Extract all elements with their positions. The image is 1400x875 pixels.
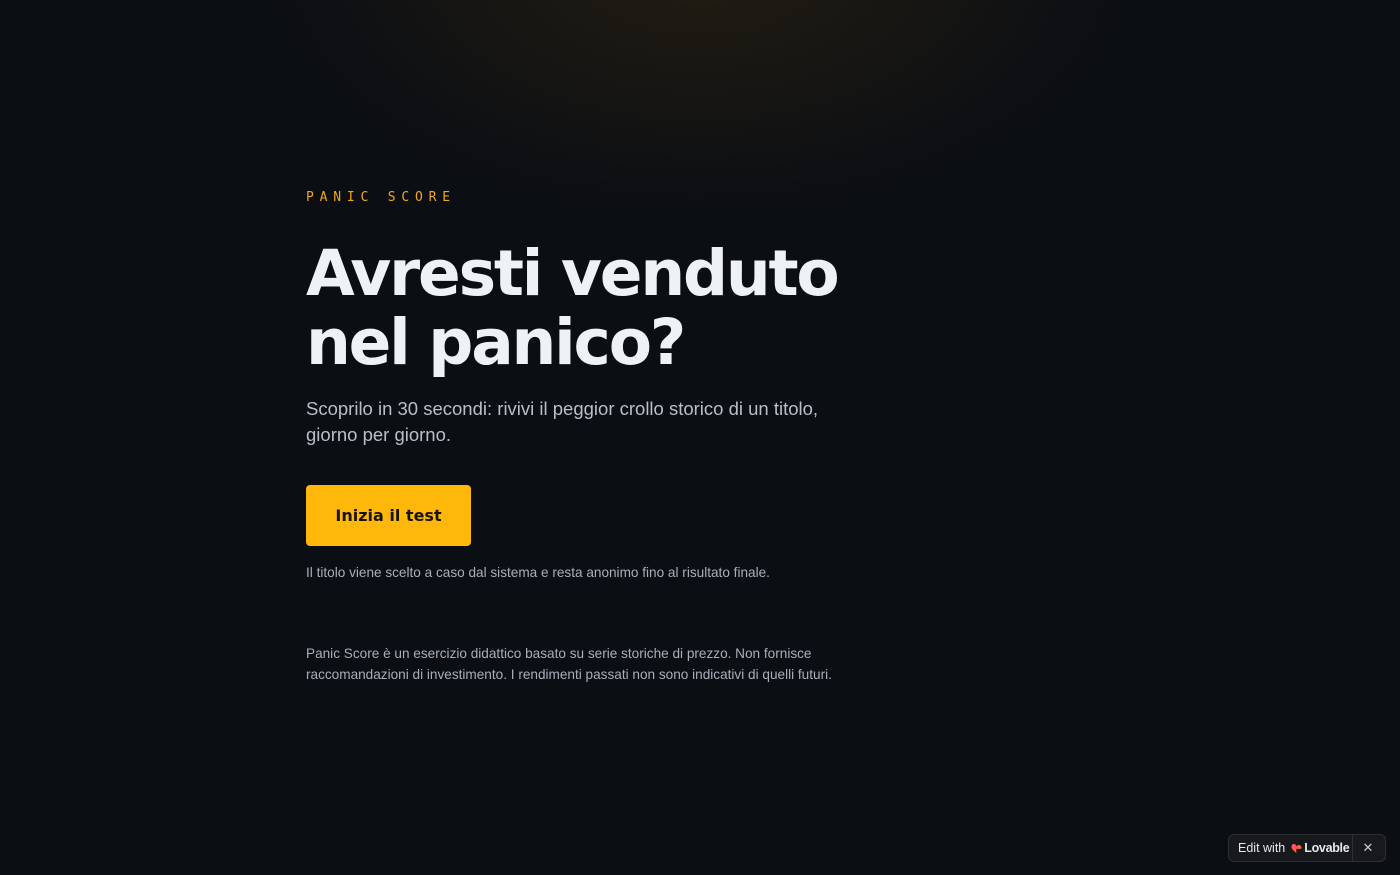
- headline-line-2: nel panico?: [306, 306, 686, 379]
- edit-with-label[interactable]: Edit with: [1238, 841, 1285, 855]
- page-title: Avresti venduto nel panico?: [306, 239, 866, 377]
- anonymity-note: Il titolo viene scelto a caso dal sistem…: [306, 565, 770, 580]
- lovable-brand-label: Lovable: [1304, 841, 1350, 855]
- start-test-button[interactable]: Inizia il test: [306, 485, 471, 546]
- hero-section: PANIC SCORE Avresti venduto nel panico? …: [306, 188, 866, 582]
- close-icon[interactable]: ✕: [1359, 839, 1377, 857]
- hero-subtitle: Scoprilo in 30 secondi: rivivi il peggio…: [306, 398, 819, 445]
- headline-line-1: Avresti venduto: [306, 237, 840, 310]
- lovable-heart-icon: [1291, 843, 1302, 853]
- eyebrow-label: PANIC SCORE: [306, 190, 456, 205]
- edit-with-lovable-badge: Edit with Lovable ✕: [1228, 834, 1386, 862]
- lovable-logo-link[interactable]: Lovable: [1291, 841, 1350, 855]
- badge-divider: [1352, 834, 1353, 862]
- disclaimer-text: Panic Score è un esercizio didattico bas…: [306, 646, 832, 682]
